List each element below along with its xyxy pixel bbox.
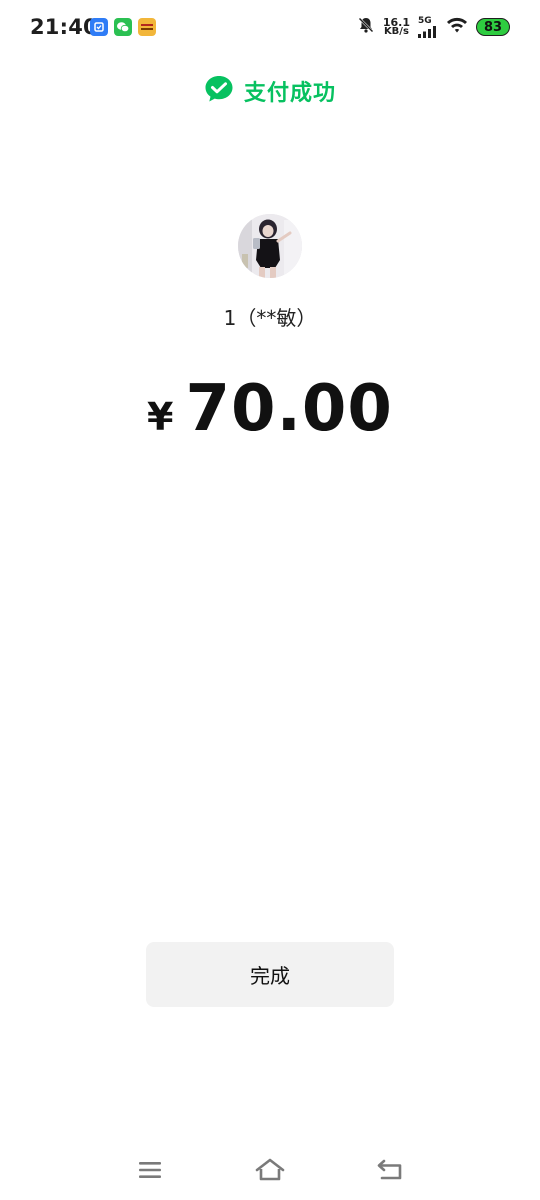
signal-bars-icon bbox=[418, 25, 436, 38]
back-icon bbox=[377, 1159, 402, 1180]
currency-symbol: ¥ bbox=[147, 395, 174, 439]
payee-name: 1（**敏） bbox=[223, 306, 317, 330]
notification-app-icons bbox=[90, 18, 156, 36]
home-icon bbox=[255, 1158, 285, 1181]
success-check-icon bbox=[204, 75, 234, 107]
menu-button[interactable] bbox=[130, 1152, 170, 1188]
success-title: 支付成功 bbox=[243, 81, 336, 106]
battery-indicator: 83 bbox=[476, 18, 510, 36]
payment-success-screen: 21:40 16.1 KB/s 5G 83 支付成功 1（**敏） ¥ 70.0… bbox=[0, 0, 540, 1200]
home-button[interactable] bbox=[250, 1152, 290, 1188]
back-button[interactable] bbox=[370, 1152, 410, 1188]
amount-value: 70.00 bbox=[185, 372, 393, 446]
payment-success-header: 支付成功 bbox=[0, 75, 540, 107]
wifi-icon bbox=[446, 16, 468, 38]
news-app-icon bbox=[138, 18, 156, 36]
net-speed-unit: KB/s bbox=[383, 26, 409, 37]
status-bar: 21:40 16.1 KB/s 5G 83 bbox=[0, 0, 540, 58]
tasks-app-icon bbox=[90, 18, 108, 36]
mute-bell-icon bbox=[357, 16, 375, 38]
network-type: 5G bbox=[418, 15, 432, 26]
system-nav-bar bbox=[0, 1140, 540, 1200]
wechat-icon bbox=[114, 18, 132, 36]
network-speed: 16.1 KB/s bbox=[383, 17, 410, 37]
menu-icon bbox=[139, 1162, 161, 1178]
cellular-signal: 5G bbox=[418, 15, 438, 38]
payment-amount: ¥ 70.00 bbox=[0, 372, 540, 446]
done-button[interactable]: 完成 bbox=[146, 942, 394, 1007]
status-indicators: 16.1 KB/s 5G 83 bbox=[357, 16, 510, 38]
status-time: 21:40 bbox=[30, 15, 98, 39]
payee-avatar bbox=[238, 214, 302, 278]
